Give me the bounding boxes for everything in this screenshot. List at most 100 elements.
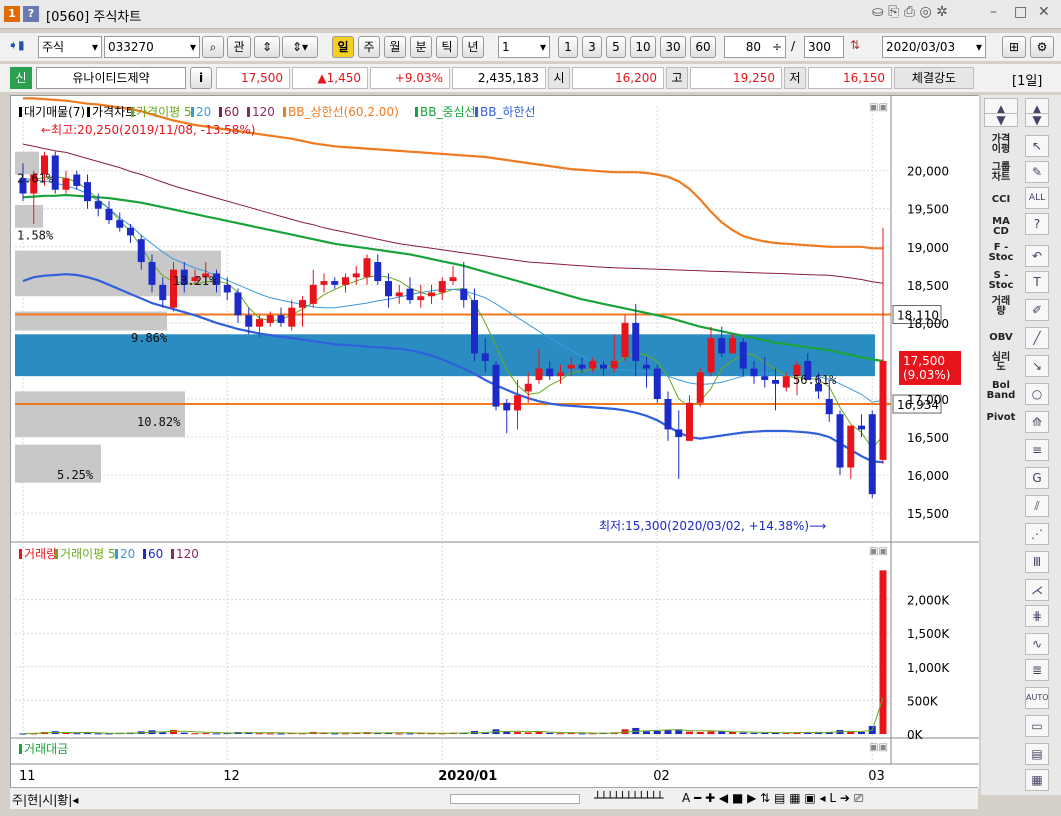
- candle-body: [73, 174, 81, 186]
- cursor-icon[interactable]: ↖: [1025, 135, 1049, 157]
- candle-body: [374, 262, 382, 282]
- scroll-track[interactable]: [450, 794, 580, 804]
- period-minute-button[interactable]: 분: [410, 36, 432, 58]
- cross-line-icon[interactable]: ⋰: [1025, 523, 1049, 545]
- link-icon[interactable]: ➧▮: [8, 38, 25, 52]
- arrow-line-icon[interactable]: ↘: [1025, 355, 1049, 377]
- stock-code-input[interactable]: 033270 ▾: [104, 36, 200, 58]
- period-tick-button[interactable]: 틱: [436, 36, 458, 58]
- gann-icon[interactable]: ⋕: [1025, 605, 1049, 627]
- spin-button[interactable]: ⇕▾: [282, 36, 318, 58]
- candle-body: [772, 379, 779, 384]
- circle-icon[interactable]: ○: [1025, 383, 1049, 405]
- layout-button[interactable]: ⊞: [1002, 36, 1026, 58]
- wave-icon[interactable]: ∿: [1025, 633, 1049, 655]
- indicator-group-chart[interactable]: 그룹 차트: [984, 163, 1018, 183]
- close-button[interactable]: ✕: [1038, 4, 1050, 20]
- fan-icon[interactable]: ⟰: [1025, 411, 1049, 433]
- search-icon: ⌕: [209, 40, 217, 54]
- price-tick-label: 16,000: [907, 469, 949, 483]
- scroll-down-button-2[interactable]: ▼: [1025, 113, 1049, 127]
- indicator-bolband[interactable]: Bol Band: [984, 381, 1018, 401]
- price-legend-swatch: [219, 107, 222, 117]
- asset-type-select[interactable]: 주식 ▾: [38, 36, 102, 58]
- step-60-button[interactable]: 60: [690, 36, 716, 58]
- level-icon[interactable]: ≣: [1025, 659, 1049, 681]
- period-week-button[interactable]: 주: [358, 36, 380, 58]
- interest-button[interactable]: 관: [227, 36, 251, 58]
- candle-body: [223, 284, 231, 293]
- indicator-f-stoc[interactable]: F - Stoc: [984, 243, 1018, 263]
- change-rate: +9.03%: [370, 67, 450, 89]
- volume-legend-label: 120: [176, 547, 199, 561]
- indicator-obv[interactable]: OBV: [984, 333, 1018, 343]
- minimize-button[interactable]: –: [990, 4, 997, 20]
- high-label: 고: [666, 67, 688, 89]
- indicator-volume[interactable]: 거래 량: [984, 297, 1018, 317]
- window-icon[interactable]: ▭: [1025, 715, 1049, 737]
- indicator-macd[interactable]: MA CD: [984, 217, 1018, 237]
- sync-icon[interactable]: ⇅: [850, 38, 860, 52]
- total-count-input[interactable]: 300: [804, 36, 844, 58]
- strength-label[interactable]: 체결강도: [894, 67, 974, 89]
- display-count-input[interactable]: 80 ÷: [724, 36, 786, 58]
- zoom-slider[interactable]: ┴┴┴┴┴┴┴┴┴┴┴: [594, 791, 663, 805]
- market-badge: 신: [10, 67, 32, 89]
- indicator-s-stoc[interactable]: S - Stoc: [984, 271, 1018, 291]
- indicator-cci[interactable]: CCI: [984, 195, 1018, 205]
- line-icon[interactable]: ╱: [1025, 327, 1049, 349]
- status-tabs[interactable]: 주|현|시|황|◂: [12, 791, 78, 808]
- parallel-icon[interactable]: ≡: [1025, 439, 1049, 461]
- indicator-price-ma[interactable]: 가격 이평: [984, 135, 1018, 155]
- prev-next-button[interactable]: ⇕: [254, 36, 280, 58]
- memo-icon[interactable]: ▤: [1025, 743, 1049, 765]
- period-month-button[interactable]: 월: [384, 36, 406, 58]
- eraser-icon[interactable]: ✎: [1025, 161, 1049, 183]
- maximize-button[interactable]: □: [1014, 4, 1027, 20]
- help-icon[interactable]: ?: [23, 6, 39, 22]
- step-10-button[interactable]: 10: [630, 36, 656, 58]
- period-year-button[interactable]: 년: [462, 36, 484, 58]
- step-select[interactable]: 1 ▾: [498, 36, 550, 58]
- step-5-button[interactable]: 5: [606, 36, 626, 58]
- scroll-down-button[interactable]: ▼: [984, 113, 1018, 127]
- text-tool-icon[interactable]: T: [1025, 271, 1049, 293]
- pen-icon[interactable]: ✐: [1025, 299, 1049, 321]
- candle-body: [621, 322, 629, 358]
- volume-value: 2,435,183: [452, 67, 546, 89]
- fibo-icon[interactable]: G: [1025, 467, 1049, 489]
- quote-bar: 신 유나이티드제약 i 17,500 ▲1,450 +9.03% 2,435,1…: [0, 64, 1061, 92]
- info-button[interactable]: i: [190, 67, 212, 89]
- channel-icon[interactable]: ⫽: [1025, 495, 1049, 517]
- step-3-button[interactable]: 3: [582, 36, 602, 58]
- search-button[interactable]: ⌕: [202, 36, 224, 58]
- settings-button[interactable]: ⚙: [1030, 36, 1054, 58]
- stock-chart[interactable]: 18,11016,934 20,00019,50019,00018,50018,…: [11, 96, 979, 788]
- auto-icon[interactable]: AUTO: [1025, 687, 1049, 709]
- stats-icon[interactable]: ▦: [1025, 769, 1049, 791]
- x-tick-label: 11: [19, 769, 36, 784]
- chart-tools[interactable]: A ━ ✚ ◀ ■ ▶ ⇅ ▤ ▦ ▣ ◂ L ➔ ⎚: [682, 791, 863, 806]
- cycle-icon[interactable]: Ⅲ: [1025, 551, 1049, 573]
- volume-legend-label: 20: [120, 547, 135, 561]
- indicator-psych[interactable]: 심리 도: [984, 353, 1018, 373]
- open-label: 시: [548, 67, 570, 89]
- volume-bar: [213, 733, 220, 735]
- candle-body: [492, 364, 500, 407]
- step-30-button[interactable]: 30: [660, 36, 686, 58]
- all-erase-icon[interactable]: ALL: [1025, 187, 1049, 209]
- candle-body: [557, 372, 564, 377]
- period-day-button[interactable]: 일: [332, 36, 354, 58]
- question-icon[interactable]: ?: [1025, 213, 1049, 235]
- price-change: ▲1,450: [292, 67, 368, 89]
- candle-body: [643, 364, 650, 369]
- step-1-button[interactable]: 1: [558, 36, 578, 58]
- chevron-down-icon: ▾: [975, 40, 982, 54]
- andrew-icon[interactable]: ⋌: [1025, 579, 1049, 601]
- indicator-pivot[interactable]: Pivot: [984, 413, 1018, 423]
- tool-icons[interactable]: ⛀ ⎘ ⎙ ◎ ✲: [872, 4, 948, 20]
- undo-icon[interactable]: ↶: [1025, 245, 1049, 267]
- date-select[interactable]: 2020/03/03 ▾: [882, 36, 986, 58]
- chart-area[interactable]: 18,110 16,934 20,000 19,500 19,000 18,500 18,…: [10, 95, 979, 788]
- candle-body: [686, 402, 693, 441]
